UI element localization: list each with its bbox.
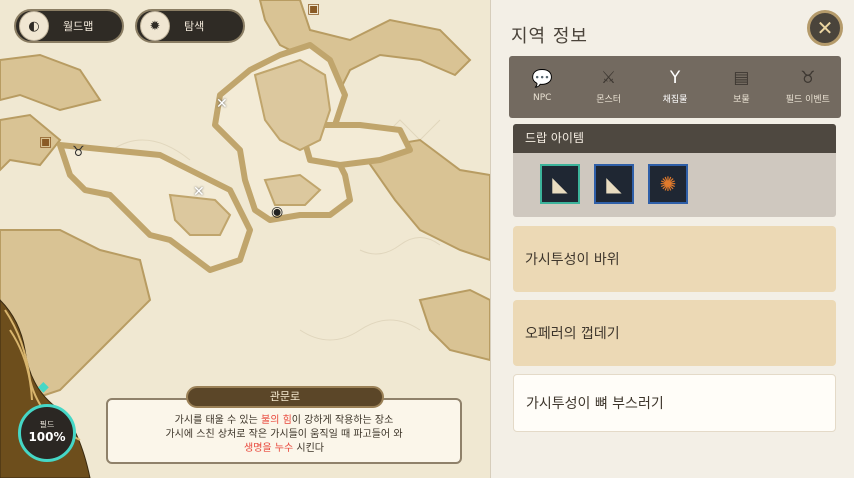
close-icon: ✕ [816,16,834,40]
drop-items-section: 드랍 아이템 ◣ ◣ ✺ [513,124,836,217]
bone-icon[interactable]: ✕ [193,185,205,199]
category-tabs: 💬 NPC ⚔ 몬스터 Y 채집물 ▤ 보물 ♉ 필드 이벤트 [509,56,841,118]
monster-horn-icon[interactable]: ♉ [72,145,85,159]
drop-item-slot[interactable]: ◣ [540,164,580,204]
crossed-swords-icon: ⚔ [600,67,617,88]
treasure-chest-icon: ▤ [733,67,750,88]
compass-icon: ✹ [140,11,170,41]
list-item[interactable]: 오페러의 껍데기 [513,300,836,366]
explore-button[interactable]: ✹ 탐색 [135,9,245,43]
drop-item-slot[interactable]: ✺ [648,164,688,204]
horned-helmet-icon: ♉ [800,67,816,88]
bone-icon[interactable]: ✕ [216,97,228,111]
tab-treasure[interactable]: ▤ 보물 [708,56,774,118]
world-map-icon: ◐ [19,11,49,41]
region-info-panel: 지역 정보 ✕ 💬 NPC ⚔ 몬스터 Y 채집물 ▤ 보물 ♉ 필드 이벤트 … [490,0,854,478]
drop-item-slot[interactable]: ◣ [594,164,634,204]
tab-monster[interactable]: ⚔ 몬스터 [575,56,641,118]
world-map-view[interactable]: ◐ 월드맵 ✹ 탐색 ▣ ▣ ♉ ✕ ✕ ◉ ◆ 필드 100% 관문로 가시를… [0,0,490,478]
drop-items-header: 드랍 아이템 [513,124,836,153]
leaf-item-icon: ✺ [659,172,677,196]
tab-field-event[interactable]: ♉ 필드 이벤트 [775,56,841,118]
player-marker-icon: ◆ [38,379,49,395]
area-title: 관문로 [186,386,384,408]
tab-gathering[interactable]: Y 채집물 [642,56,708,118]
treasure-chest-icon[interactable]: ▣ [307,2,320,16]
horn-item-icon: ◣ [606,172,622,196]
list-item[interactable]: 가시투성이 바위 [513,226,836,292]
treasure-chest-icon[interactable]: ▣ [39,135,52,149]
close-button[interactable]: ✕ [807,10,843,46]
npc-location-icon[interactable]: ◉ [271,205,283,219]
horn-item-icon: ◣ [552,172,568,196]
world-map-button[interactable]: ◐ 월드맵 [14,9,124,43]
sprout-icon: Y [669,67,681,88]
tab-npc[interactable]: 💬 NPC [509,56,575,118]
field-gauge: 필드 100% [18,404,76,462]
speech-bubble-icon: 💬 [531,69,553,89]
panel-title: 지역 정보 [511,26,588,47]
list-item[interactable]: 가시투성이 뼈 부스러기 [513,374,836,432]
